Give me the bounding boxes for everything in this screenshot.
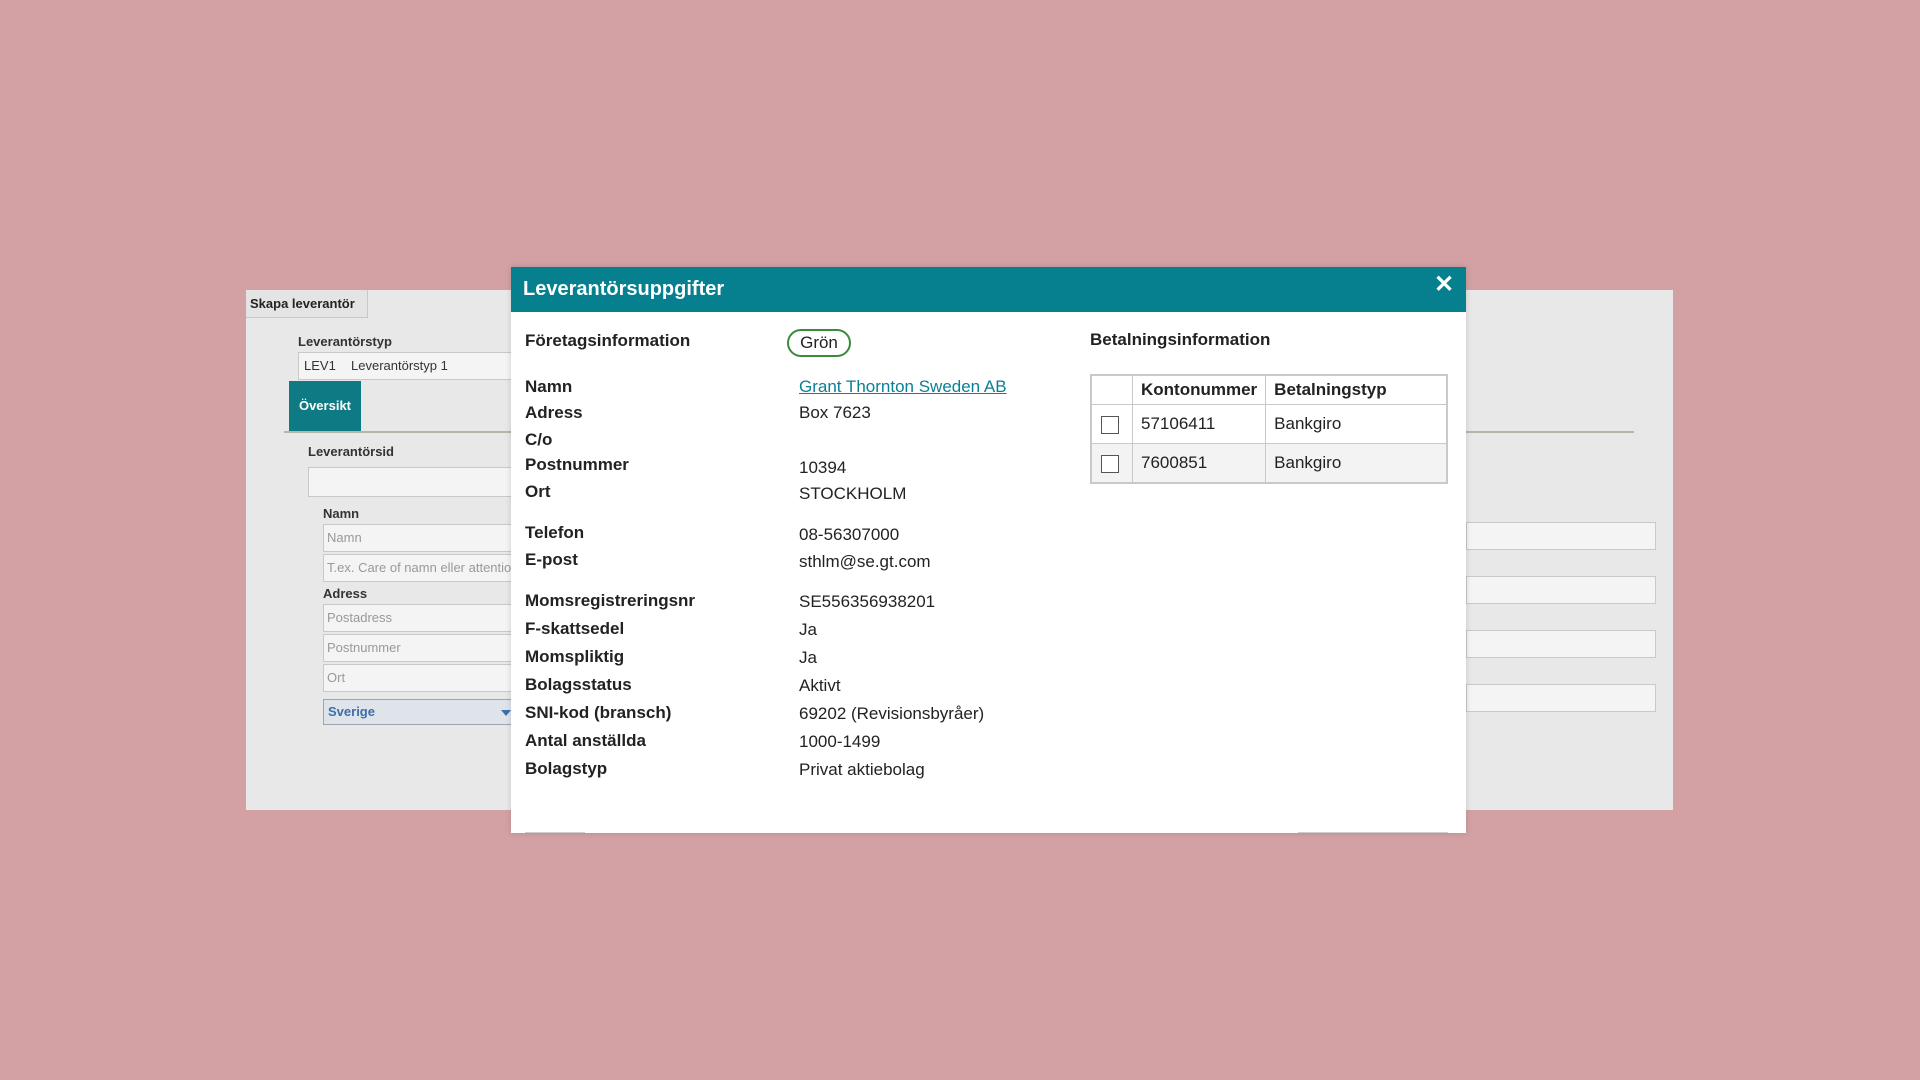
info-label: Momspliktig (525, 647, 625, 666)
info-value: 10394 (799, 458, 847, 477)
name-label: Namn (323, 506, 360, 521)
payment-info-title: Betalningsinformation (1090, 330, 1271, 349)
account-number: 57106411 (1131, 404, 1267, 444)
info-value: STOCKHOLM (799, 484, 907, 503)
row-checkbox[interactable] (1101, 415, 1119, 434)
info-label: Momsregistreringsnr (525, 591, 696, 610)
info-label: Ort (525, 482, 551, 501)
account-number: 7600851 (1131, 443, 1267, 484)
table-row: 57106411 Bankgiro (1090, 404, 1448, 444)
modal-title: Leverantörsuppgifter (523, 278, 725, 300)
info-value: Privat aktiebolag (799, 760, 925, 779)
co-input[interactable]: T.ex. Care of namn eller attention (323, 554, 518, 582)
info-row-anstallda: Antal anställda 1000-1499 (525, 731, 1045, 755)
info-value: Aktivt (799, 676, 841, 695)
right-input-1[interactable] (1466, 522, 1656, 550)
info-value: Ja (799, 620, 817, 639)
close-icon[interactable]: ✕ (1432, 273, 1456, 297)
info-row-telefon: Telefon 08-56307000 (525, 523, 1045, 547)
info-row-moms: Momsregistreringsnr SE556356938201 (525, 591, 1045, 615)
info-row-adress: Adress Box 7623 (525, 403, 1045, 427)
info-row-sni: SNI-kod (bransch) 69202 (Revisionsbyråer… (525, 703, 1045, 727)
info-label: Postnummer (525, 455, 629, 474)
info-row-bolagsstatus: Bolagsstatus Aktivt (525, 675, 1045, 699)
column-header-select (1090, 374, 1133, 405)
supplier-type-name: Leverantörstyp 1 (351, 358, 448, 373)
info-value: 08-56307000 (799, 525, 900, 544)
info-value: 1000-1499 (799, 732, 881, 751)
info-value: Box 7623 (799, 403, 871, 422)
info-label: Telefon (525, 523, 585, 542)
info-label: F-skattsedel (525, 619, 625, 638)
postal-address-input[interactable]: Postadress (323, 604, 518, 632)
info-label: Namn (525, 377, 573, 396)
company-name-link[interactable]: Grant Thornton Sweden AB (799, 377, 1007, 397)
info-row-bolagstyp: Bolagstyp Privat aktiebolag (525, 759, 1045, 783)
name-input[interactable]: Namn (323, 524, 518, 552)
column-header-type: Betalningstyp (1265, 374, 1448, 405)
right-input-3[interactable] (1466, 630, 1656, 658)
info-label: Bolagstyp (525, 759, 608, 778)
right-input-4[interactable] (1466, 684, 1656, 712)
supplier-type-label: Leverantörstyp (298, 334, 392, 349)
payment-table: Kontonummer Betalningstyp 57106411 Bankg… (1090, 374, 1448, 484)
info-value: Ja (799, 648, 817, 667)
info-row-postnummer: Postnummer 10394 (525, 455, 1045, 479)
tab-oversikt[interactable]: Översikt (289, 381, 361, 431)
country-value: Sverige (328, 704, 375, 719)
supplier-id-label: Leverantörsid (308, 444, 394, 459)
country-select[interactable]: Sverige (323, 699, 518, 725)
row-checkbox[interactable] (1101, 454, 1119, 473)
modal-header: Leverantörsuppgifter ✕ (511, 267, 1466, 312)
status-badge: Grön (787, 329, 851, 357)
supplier-id-input[interactable] (308, 467, 518, 497)
info-value: SE556356938201 (799, 592, 936, 611)
info-row-co: C/o (525, 430, 1045, 454)
chevron-down-icon (501, 710, 511, 716)
info-label: E-post (525, 550, 578, 569)
company-info-title: Företagsinformation (525, 331, 691, 350)
info-label: Bolagsstatus (525, 675, 632, 694)
info-row-fskatt: F-skattsedel Ja (525, 619, 1045, 643)
supplier-type-code: LEV1 (304, 358, 336, 373)
table-header-row: Kontonummer Betalningstyp (1090, 374, 1448, 405)
address-label: Adress (323, 586, 368, 601)
footer-divider-right (1298, 832, 1448, 833)
info-label: Adress (525, 403, 583, 422)
info-row-epost: E-post sthlm@se.gt.com (525, 550, 1045, 574)
footer-divider-left (525, 832, 585, 833)
right-input-2[interactable] (1466, 576, 1656, 604)
info-label: C/o (525, 430, 553, 449)
info-row-namn: Namn Grant Thornton Sweden AB (525, 377, 1045, 401)
postal-code-input[interactable]: Postnummer (323, 634, 518, 662)
info-row-momspliktig: Momspliktig Ja (525, 647, 1045, 671)
info-label: SNI-kod (bransch) (525, 703, 672, 722)
supplier-details-modal: Leverantörsuppgifter ✕ Företagsinformati… (511, 267, 1466, 833)
payment-type: Bankgiro (1265, 443, 1448, 484)
info-value: 69202 (Revisionsbyråer) (799, 704, 985, 723)
city-input[interactable]: Ort (323, 664, 518, 692)
supplier-type-select[interactable]: LEV1 Leverantörstyp 1 (298, 352, 538, 380)
checkbox-cell (1090, 404, 1133, 444)
info-value: sthlm@se.gt.com (799, 552, 931, 571)
info-label: Antal anställda (525, 731, 646, 750)
payment-type: Bankgiro (1265, 404, 1448, 444)
info-row-ort: Ort STOCKHOLM (525, 482, 1045, 506)
checkbox-cell (1090, 443, 1133, 484)
table-row: 7600851 Bankgiro (1090, 443, 1448, 484)
column-header-account: Kontonummer (1131, 374, 1267, 405)
tab-skapa-leverantor[interactable]: Skapa leverantör (246, 290, 368, 318)
